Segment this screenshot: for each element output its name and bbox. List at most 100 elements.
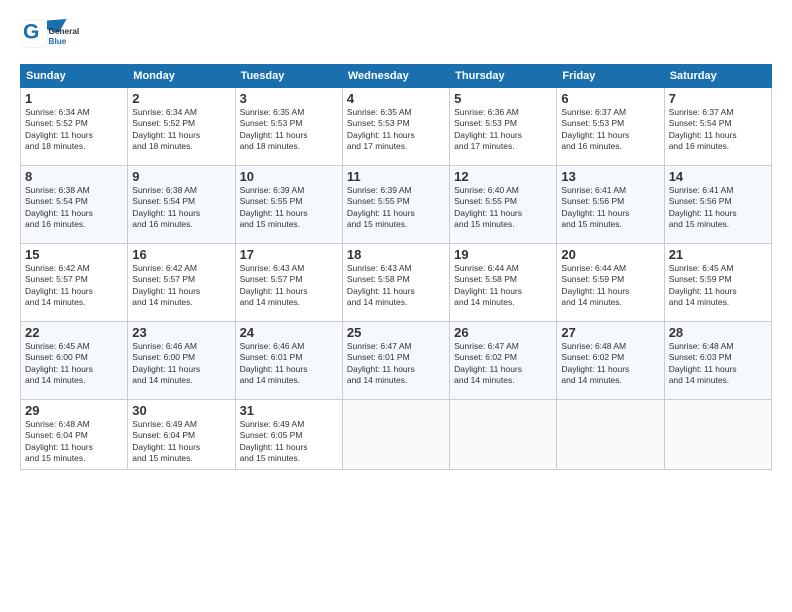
day-24: 24Sunrise: 6:46 AMSunset: 6:01 PMDayligh… <box>235 322 342 400</box>
day-number: 26 <box>454 325 552 340</box>
svg-text:General: General <box>49 27 80 36</box>
day-7: 7Sunrise: 6:37 AMSunset: 5:54 PMDaylight… <box>664 88 771 166</box>
day-number: 2 <box>132 91 230 106</box>
day-info: Sunrise: 6:46 AMSunset: 6:00 PMDaylight:… <box>132 341 230 387</box>
day-5: 5Sunrise: 6:36 AMSunset: 5:53 PMDaylight… <box>450 88 557 166</box>
day-2: 2Sunrise: 6:34 AMSunset: 5:52 PMDaylight… <box>128 88 235 166</box>
day-number: 9 <box>132 169 230 184</box>
day-30: 30Sunrise: 6:49 AMSunset: 6:04 PMDayligh… <box>128 400 235 470</box>
day-info: Sunrise: 6:47 AMSunset: 6:01 PMDaylight:… <box>347 341 445 387</box>
day-27: 27Sunrise: 6:48 AMSunset: 6:02 PMDayligh… <box>557 322 664 400</box>
day-info: Sunrise: 6:35 AMSunset: 5:53 PMDaylight:… <box>347 107 445 153</box>
day-number: 29 <box>25 403 123 418</box>
day-info: Sunrise: 6:48 AMSunset: 6:04 PMDaylight:… <box>25 419 123 465</box>
day-number: 6 <box>561 91 659 106</box>
day-11: 11Sunrise: 6:39 AMSunset: 5:55 PMDayligh… <box>342 166 449 244</box>
day-14: 14Sunrise: 6:41 AMSunset: 5:56 PMDayligh… <box>664 166 771 244</box>
day-info: Sunrise: 6:37 AMSunset: 5:53 PMDaylight:… <box>561 107 659 153</box>
day-info: Sunrise: 6:49 AMSunset: 6:05 PMDaylight:… <box>240 419 338 465</box>
day-13: 13Sunrise: 6:41 AMSunset: 5:56 PMDayligh… <box>557 166 664 244</box>
day-info: Sunrise: 6:41 AMSunset: 5:56 PMDaylight:… <box>561 185 659 231</box>
day-number: 18 <box>347 247 445 262</box>
day-info: Sunrise: 6:35 AMSunset: 5:53 PMDaylight:… <box>240 107 338 153</box>
logo: G General Blue <box>20 16 80 52</box>
day-empty <box>557 400 664 470</box>
day-22: 22Sunrise: 6:45 AMSunset: 6:00 PMDayligh… <box>21 322 128 400</box>
day-number: 3 <box>240 91 338 106</box>
day-info: Sunrise: 6:44 AMSunset: 5:58 PMDaylight:… <box>454 263 552 309</box>
page: G General Blue Sunday Monday Tuesday Wed… <box>0 0 792 612</box>
day-number: 19 <box>454 247 552 262</box>
day-empty <box>450 400 557 470</box>
day-28: 28Sunrise: 6:48 AMSunset: 6:03 PMDayligh… <box>664 322 771 400</box>
day-info: Sunrise: 6:49 AMSunset: 6:04 PMDaylight:… <box>132 419 230 465</box>
col-monday: Monday <box>128 65 235 88</box>
day-info: Sunrise: 6:48 AMSunset: 6:03 PMDaylight:… <box>669 341 767 387</box>
day-info: Sunrise: 6:37 AMSunset: 5:54 PMDaylight:… <box>669 107 767 153</box>
day-number: 31 <box>240 403 338 418</box>
day-number: 21 <box>669 247 767 262</box>
day-number: 7 <box>669 91 767 106</box>
header: G General Blue <box>20 16 772 52</box>
col-sunday: Sunday <box>21 65 128 88</box>
day-16: 16Sunrise: 6:42 AMSunset: 5:57 PMDayligh… <box>128 244 235 322</box>
col-thursday: Thursday <box>450 65 557 88</box>
day-number: 22 <box>25 325 123 340</box>
calendar-row-4: 22Sunrise: 6:45 AMSunset: 6:00 PMDayligh… <box>21 322 772 400</box>
day-number: 28 <box>669 325 767 340</box>
calendar-row-2: 8Sunrise: 6:38 AMSunset: 5:54 PMDaylight… <box>21 166 772 244</box>
day-info: Sunrise: 6:44 AMSunset: 5:59 PMDaylight:… <box>561 263 659 309</box>
col-saturday: Saturday <box>664 65 771 88</box>
day-number: 30 <box>132 403 230 418</box>
day-number: 20 <box>561 247 659 262</box>
day-21: 21Sunrise: 6:45 AMSunset: 5:59 PMDayligh… <box>664 244 771 322</box>
calendar: Sunday Monday Tuesday Wednesday Thursday… <box>20 64 772 470</box>
day-number: 10 <box>240 169 338 184</box>
day-info: Sunrise: 6:42 AMSunset: 5:57 PMDaylight:… <box>25 263 123 309</box>
day-info: Sunrise: 6:38 AMSunset: 5:54 PMDaylight:… <box>25 185 123 231</box>
col-tuesday: Tuesday <box>235 65 342 88</box>
day-info: Sunrise: 6:45 AMSunset: 6:00 PMDaylight:… <box>25 341 123 387</box>
day-26: 26Sunrise: 6:47 AMSunset: 6:02 PMDayligh… <box>450 322 557 400</box>
day-info: Sunrise: 6:34 AMSunset: 5:52 PMDaylight:… <box>25 107 123 153</box>
day-6: 6Sunrise: 6:37 AMSunset: 5:53 PMDaylight… <box>557 88 664 166</box>
day-1: 1Sunrise: 6:34 AMSunset: 5:52 PMDaylight… <box>21 88 128 166</box>
day-18: 18Sunrise: 6:43 AMSunset: 5:58 PMDayligh… <box>342 244 449 322</box>
svg-text:Blue: Blue <box>49 37 67 46</box>
day-info: Sunrise: 6:43 AMSunset: 5:57 PMDaylight:… <box>240 263 338 309</box>
col-wednesday: Wednesday <box>342 65 449 88</box>
day-empty <box>664 400 771 470</box>
day-number: 11 <box>347 169 445 184</box>
day-number: 17 <box>240 247 338 262</box>
day-empty <box>342 400 449 470</box>
day-15: 15Sunrise: 6:42 AMSunset: 5:57 PMDayligh… <box>21 244 128 322</box>
day-17: 17Sunrise: 6:43 AMSunset: 5:57 PMDayligh… <box>235 244 342 322</box>
day-29: 29Sunrise: 6:48 AMSunset: 6:04 PMDayligh… <box>21 400 128 470</box>
day-number: 8 <box>25 169 123 184</box>
day-23: 23Sunrise: 6:46 AMSunset: 6:00 PMDayligh… <box>128 322 235 400</box>
day-9: 9Sunrise: 6:38 AMSunset: 5:54 PMDaylight… <box>128 166 235 244</box>
day-info: Sunrise: 6:45 AMSunset: 5:59 PMDaylight:… <box>669 263 767 309</box>
day-number: 25 <box>347 325 445 340</box>
svg-text:G: G <box>23 21 39 44</box>
day-info: Sunrise: 6:48 AMSunset: 6:02 PMDaylight:… <box>561 341 659 387</box>
day-12: 12Sunrise: 6:40 AMSunset: 5:55 PMDayligh… <box>450 166 557 244</box>
day-3: 3Sunrise: 6:35 AMSunset: 5:53 PMDaylight… <box>235 88 342 166</box>
day-number: 15 <box>25 247 123 262</box>
day-info: Sunrise: 6:39 AMSunset: 5:55 PMDaylight:… <box>347 185 445 231</box>
day-number: 24 <box>240 325 338 340</box>
day-info: Sunrise: 6:36 AMSunset: 5:53 PMDaylight:… <box>454 107 552 153</box>
day-31: 31Sunrise: 6:49 AMSunset: 6:05 PMDayligh… <box>235 400 342 470</box>
day-20: 20Sunrise: 6:44 AMSunset: 5:59 PMDayligh… <box>557 244 664 322</box>
day-10: 10Sunrise: 6:39 AMSunset: 5:55 PMDayligh… <box>235 166 342 244</box>
day-4: 4Sunrise: 6:35 AMSunset: 5:53 PMDaylight… <box>342 88 449 166</box>
day-info: Sunrise: 6:47 AMSunset: 6:02 PMDaylight:… <box>454 341 552 387</box>
general-blue-logo: G General Blue <box>20 16 80 52</box>
day-number: 14 <box>669 169 767 184</box>
day-info: Sunrise: 6:34 AMSunset: 5:52 PMDaylight:… <box>132 107 230 153</box>
day-number: 13 <box>561 169 659 184</box>
day-info: Sunrise: 6:41 AMSunset: 5:56 PMDaylight:… <box>669 185 767 231</box>
col-friday: Friday <box>557 65 664 88</box>
day-info: Sunrise: 6:39 AMSunset: 5:55 PMDaylight:… <box>240 185 338 231</box>
calendar-header-row: Sunday Monday Tuesday Wednesday Thursday… <box>21 65 772 88</box>
